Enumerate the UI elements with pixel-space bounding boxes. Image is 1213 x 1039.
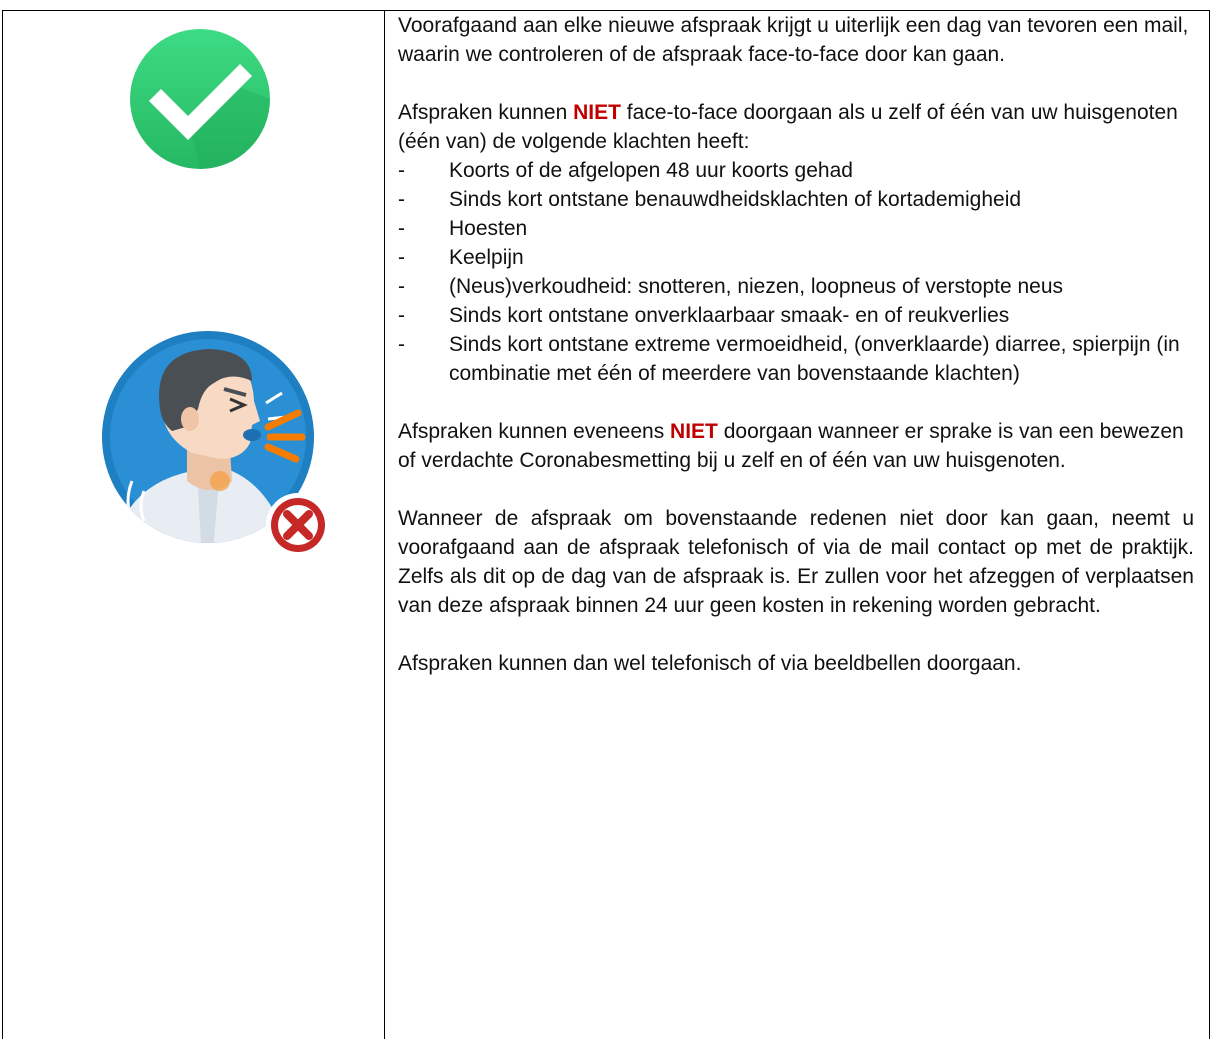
symptom-text: Hoesten [449, 217, 528, 240]
alternative-paragraph: Afspraken kunnen dan wel telefonisch of … [398, 652, 1022, 675]
cross-circle-icon [266, 493, 330, 557]
symptom-text: Koorts of de afgelopen 48 uur koorts geh… [449, 159, 853, 182]
list-item: - Koorts of de afgelopen 48 uur koorts ge… [398, 156, 1194, 185]
bullet-dash: - [398, 217, 405, 240]
rule-niet-corona: Afspraken kunnen eveneens NIET doorgaan … [398, 417, 1194, 475]
rule2-text-before: Afspraken kunnen eveneens [398, 420, 671, 443]
cancel-paragraph: Wanneer de afspraak om bovenstaande rede… [398, 507, 1194, 617]
table-right-border [1209, 10, 1210, 1039]
bullet-dash: - [398, 333, 405, 356]
bullet-dash: - [398, 304, 405, 327]
info-content: Voorafgaand aan elke nieuwe afspraak kri… [398, 11, 1194, 678]
list-item: - Keelpijn [398, 243, 1194, 272]
bullet-dash: - [398, 246, 405, 269]
bullet-dash: - [398, 275, 405, 298]
symptom-text: Sinds kort ontstane benauwdheidsklachten… [449, 188, 1022, 211]
symptom-text: Sinds kort ontstane extreme vermoeidheid… [449, 333, 1180, 385]
list-item: - Sinds kort ontstane benauwdheidsklachte… [398, 185, 1194, 214]
symptom-text: Sinds kort ontstane onverklaarbaar smaak… [449, 304, 1010, 327]
list-item: - Sinds kort ontstane extreme vermoeidhei… [398, 330, 1194, 388]
check-circle-icon [130, 29, 270, 169]
table-column-divider [384, 10, 385, 1039]
symptom-text: (Neus)verkoudheid: snotteren, niezen, lo… [449, 275, 1064, 298]
list-item: - Sinds kort ontstane onverklaarbaar smaa… [398, 301, 1194, 330]
coughing-person-icon [102, 331, 330, 557]
symptom-text: Keelpijn [449, 246, 524, 269]
rule1-text-before: Afspraken kunnen [398, 101, 574, 124]
niet-emphasis: NIET [573, 101, 621, 124]
bullet-dash: - [398, 188, 405, 211]
bullet-dash: - [398, 159, 405, 182]
list-item: - Hoesten [398, 214, 1194, 243]
symptom-list: - Koorts of de afgelopen 48 uur koorts ge… [398, 156, 1194, 388]
intro-paragraph: Voorafgaand aan elke nieuwe afspraak kri… [398, 14, 1189, 66]
niet-emphasis: NIET [670, 420, 718, 443]
list-item: - (Neus)verkoudheid: snotteren, niezen, l… [398, 272, 1194, 301]
table-left-border [2, 10, 3, 1039]
rule-niet-face-to-face: Afspraken kunnen NIET face-to-face doorg… [398, 98, 1194, 156]
